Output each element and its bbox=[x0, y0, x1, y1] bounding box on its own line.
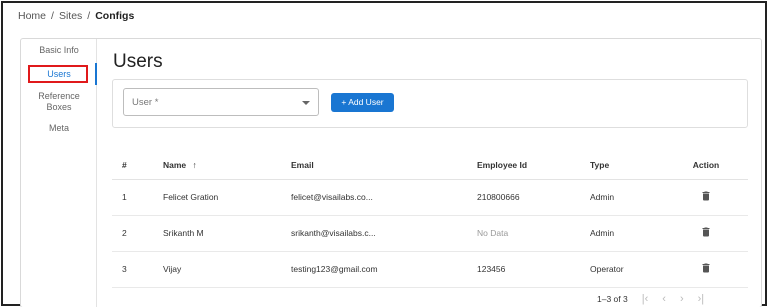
column-header-number: # bbox=[112, 151, 153, 180]
user-toolbar: User * + Add User bbox=[112, 79, 748, 128]
trash-icon[interactable] bbox=[700, 262, 712, 274]
config-card: Basic Info Users Reference Boxes Meta Us… bbox=[20, 38, 762, 307]
last-page-icon[interactable]: ›| bbox=[698, 293, 705, 305]
row-name: Vijay bbox=[153, 251, 281, 288]
user-select-placeholder: User * bbox=[132, 97, 159, 108]
breadcrumb-configs: Configs bbox=[95, 10, 135, 22]
row-employee-id: 123456 bbox=[467, 251, 580, 288]
row-name: Felicet Gration bbox=[153, 179, 281, 216]
sidebar-item-meta[interactable]: Meta bbox=[21, 123, 97, 134]
sidebar-item-basic-info[interactable]: Basic Info bbox=[21, 45, 97, 56]
row-number: 3 bbox=[112, 251, 153, 288]
trash-icon[interactable] bbox=[700, 190, 712, 202]
row-action bbox=[668, 251, 748, 288]
row-type: Admin bbox=[580, 179, 668, 216]
user-select[interactable]: User * bbox=[123, 88, 319, 116]
row-name: Srikanth M bbox=[153, 215, 281, 252]
trash-icon[interactable] bbox=[700, 226, 712, 238]
table-row: 3 Vijay testing123@gmail.com 123456 Oper… bbox=[112, 251, 748, 288]
row-employee-id: No Data bbox=[467, 215, 580, 252]
row-email: testing123@gmail.com bbox=[281, 251, 467, 288]
row-email: srikanth@visailabs.c... bbox=[281, 215, 467, 252]
pagination: 1–3 of 3 |‹ ‹ › ›| bbox=[597, 291, 757, 307]
add-user-button[interactable]: + Add User bbox=[331, 93, 394, 112]
next-page-icon[interactable]: › bbox=[680, 293, 684, 305]
chevron-down-icon bbox=[302, 101, 310, 105]
breadcrumb-separator: / bbox=[51, 10, 54, 22]
sidebar-item-reference-boxes[interactable]: Reference Boxes bbox=[21, 91, 97, 113]
column-header-type: Type bbox=[580, 151, 668, 180]
breadcrumb-home[interactable]: Home bbox=[18, 10, 46, 22]
users-table: # Name ↑ Email Employee Id Type Action 1… bbox=[112, 151, 748, 288]
row-type: Operator bbox=[580, 251, 668, 288]
column-header-name-label: Name bbox=[163, 159, 187, 170]
app-window: Home / Sites / Configs Basic Info Users … bbox=[1, 1, 767, 307]
column-header-action: Action bbox=[668, 151, 748, 180]
column-header-name[interactable]: Name ↑ bbox=[153, 151, 281, 180]
pagination-range: 1–3 of 3 bbox=[597, 294, 628, 304]
breadcrumb: Home / Sites / Configs bbox=[18, 10, 134, 22]
prev-page-icon[interactable]: ‹ bbox=[662, 293, 666, 305]
table-row: 2 Srikanth M srikanth@visailabs.c... No … bbox=[112, 215, 748, 252]
table-row: 1 Felicet Gration felicet@visailabs.co..… bbox=[112, 179, 748, 216]
first-page-icon[interactable]: |‹ bbox=[642, 293, 649, 305]
row-email: felicet@visailabs.co... bbox=[281, 179, 467, 216]
highlight-annotation bbox=[28, 65, 88, 83]
table-header-row: # Name ↑ Email Employee Id Type Action bbox=[112, 151, 748, 180]
active-tab-indicator bbox=[95, 63, 97, 85]
sort-ascending-icon[interactable]: ↑ bbox=[193, 160, 197, 170]
row-number: 1 bbox=[112, 179, 153, 216]
breadcrumb-separator: / bbox=[87, 10, 91, 22]
column-header-employee-id: Employee Id bbox=[467, 151, 580, 180]
column-header-email: Email bbox=[281, 151, 467, 180]
row-employee-id: 210800666 bbox=[467, 179, 580, 216]
page-title: Users bbox=[113, 51, 163, 72]
row-action bbox=[668, 179, 748, 216]
row-number: 2 bbox=[112, 215, 153, 252]
row-type: Admin bbox=[580, 215, 668, 252]
breadcrumb-sites[interactable]: Sites bbox=[59, 10, 82, 22]
row-action bbox=[668, 215, 748, 252]
